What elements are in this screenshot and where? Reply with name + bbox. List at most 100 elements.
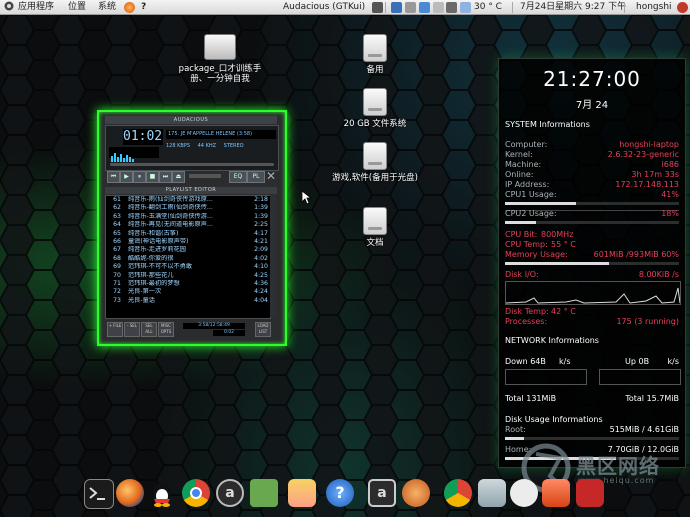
lock-screen-icon[interactable] — [576, 479, 604, 507]
drive-icon — [363, 142, 387, 170]
volume-icon[interactable] — [446, 2, 457, 13]
desktop-icon-20gb-filesystem[interactable]: 20 GB 文件系统 — [336, 88, 414, 129]
track-number: 65 — [113, 229, 121, 237]
package-icon — [204, 34, 236, 60]
disk-io-graph — [505, 281, 681, 305]
window-switch-icon[interactable] — [372, 2, 383, 13]
misc-opts-button[interactable]: MISC OPTS — [158, 322, 174, 337]
track-number: 68 — [113, 254, 121, 262]
playlist-row[interactable]: 67 纯音乐-走进罗莉花园 2:09 — [106, 246, 270, 254]
playlist-row[interactable]: 63 纯音乐-玉满堂(仙剑奇侠传游... 1:39 — [106, 213, 270, 221]
seek-bar[interactable] — [110, 163, 274, 166]
playlist-row[interactable]: 68 酷酷妮-你爱的很 4:02 — [106, 255, 270, 263]
remove-sel-button[interactable]: - SEL — [124, 322, 140, 337]
settings-icon[interactable] — [510, 479, 538, 507]
chrome-icon[interactable] — [444, 479, 472, 507]
track-title: 光良-第一次 — [128, 288, 162, 296]
computer-value: hongshi-laptop — [619, 140, 679, 149]
playlist-scrollbar[interactable] — [270, 195, 276, 317]
audacious-main-display: 01:02 175. JE M'APPELLE HELENE (3:58) 12… — [105, 125, 279, 171]
processes-value: 175 (3 running) — [616, 317, 679, 326]
track-number: 69 — [113, 263, 121, 271]
select-all-button[interactable]: SEL ALL — [141, 322, 157, 337]
playlist-row[interactable]: 65 纯音乐-和谐(古筝) 4:17 — [106, 230, 270, 238]
battery-icon[interactable] — [433, 2, 444, 13]
conky-date: 7月 24 — [575, 100, 609, 111]
bluetooth-icon[interactable] — [405, 2, 416, 13]
archive-manager-icon[interactable] — [250, 479, 278, 507]
audacious-icon[interactable]: a — [216, 479, 244, 507]
playlist-row[interactable]: 73 光良-童话 4:04 — [106, 297, 270, 305]
menu-system[interactable]: 系统 — [98, 1, 116, 14]
qq-icon[interactable] — [148, 479, 176, 507]
track-number: 66 — [113, 237, 121, 245]
playlist-row[interactable]: 69 范玮琪-不可不以不勇敢 4:10 — [106, 263, 270, 271]
prev-button[interactable]: ⏮ — [107, 171, 120, 183]
playlist-row[interactable]: 71 范玮琪-最初的梦想 4:36 — [106, 280, 270, 288]
visualizer[interactable] — [109, 147, 159, 162]
track-title: 纯音乐-玉满堂(仙剑奇侠传游... — [128, 212, 213, 220]
playlist-row[interactable]: 66 童谣(神话电影原声带) 4:21 — [106, 238, 270, 246]
root-label: Root: — [505, 425, 526, 434]
playlist-row[interactable]: 62 纯音乐-翻剑工雨(仙剑奇侠传... 1:39 — [106, 204, 270, 212]
load-list-button[interactable]: LOAD LIST — [255, 322, 271, 337]
playlist-row[interactable]: 70 范玮琪-那些花儿 4:25 — [106, 272, 270, 280]
track-title: 光良-童话 — [128, 296, 155, 304]
track-duration: 1:39 — [254, 204, 268, 212]
machine-value: i686 — [661, 160, 680, 169]
volume-slider[interactable] — [189, 174, 221, 178]
pause-button[interactable]: ⏸ — [133, 171, 146, 183]
desktop-icon-backup-drive[interactable]: 备用 — [350, 34, 400, 75]
disk-temp-label: Disk Temp: — [505, 307, 549, 316]
playlist[interactable]: 61 纯音乐-雨(仙剑奇侠传游戏原... 2:18 62 纯音乐-翻剑工雨(仙剑奇侠传.… — [105, 195, 271, 319]
close-icon[interactable]: ✕ — [266, 169, 276, 183]
media-icon[interactable] — [542, 479, 570, 507]
clock[interactable]: 7月24日星期六 9:27 下午 — [520, 1, 626, 14]
track-duration: 4:36 — [254, 279, 268, 287]
user-menu[interactable]: hongshi — [636, 1, 672, 14]
menu-places[interactable]: 位置 — [68, 1, 86, 14]
image-viewer-icon[interactable] — [288, 479, 316, 507]
playlist-row[interactable]: 64 纯音乐-再见(无间道电影原声... 2:25 — [106, 221, 270, 229]
mail-icon[interactable] — [419, 2, 430, 13]
playlist-editor-title[interactable]: PLAYLIST EDITOR — [105, 187, 277, 194]
chrome-icon[interactable] — [182, 479, 210, 507]
help-icon[interactable]: ? — [326, 479, 354, 507]
download-unit: k/s — [559, 357, 571, 366]
power-icon[interactable] — [677, 2, 688, 13]
eject-button[interactable]: ⏏ — [172, 171, 185, 183]
shell-icon[interactable] — [402, 479, 430, 507]
upload-label: Up 0B — [625, 357, 650, 366]
stop-button[interactable]: ■ — [146, 171, 159, 183]
firefox-launcher-icon[interactable] — [124, 2, 135, 13]
track-number: 63 — [113, 212, 121, 220]
active-window-title: Audacious (GTKui) — [283, 2, 366, 12]
network-icon[interactable] — [391, 2, 402, 13]
desktop-icon-documents[interactable]: 文档 — [350, 207, 400, 248]
next-button[interactable]: ⏭ — [159, 171, 172, 183]
temperature-readout[interactable]: 30 ° C — [474, 1, 502, 14]
file-manager-icon[interactable] — [478, 479, 506, 507]
track-title: 范玮琪-不可不以不勇敢 — [128, 263, 193, 271]
playlist-toggle-button[interactable]: PL — [247, 171, 265, 183]
eq-toggle-button[interactable]: EQ — [229, 171, 247, 183]
weather-icon[interactable] — [460, 2, 471, 13]
disk-header: Disk Usage Informations — [505, 415, 603, 424]
firefox-icon[interactable] — [116, 479, 144, 507]
desktop-icon-games-software[interactable]: 游戏,软件(备用于光盘) — [332, 142, 418, 183]
track-title: 纯音乐-雨(仙剑奇侠传游戏原... — [128, 196, 213, 203]
desktop-icon-package[interactable]: package_口才训练手册、一分钟自我 — [172, 34, 268, 84]
audacious-titlebar[interactable]: AUDACIOUS — [105, 116, 277, 124]
ubuntu-logo-icon[interactable] — [4, 1, 14, 14]
menu-applications[interactable]: 应用程序 — [18, 1, 54, 14]
audacious-icon[interactable]: a — [368, 479, 396, 507]
play-button[interactable]: ▶ — [120, 171, 133, 183]
playlist-row[interactable]: 72 光良-第一次 4:24 — [106, 288, 270, 296]
audacious-player-window[interactable]: AUDACIOUS 01:02 175. JE M'APPELLE HELENE… — [97, 110, 287, 346]
help-launcher[interactable]: ? — [141, 1, 146, 14]
terminal-icon[interactable] — [84, 479, 114, 509]
playlist-row[interactable]: 61 纯音乐-雨(仙剑奇侠传游戏原... 2:18 — [106, 196, 270, 204]
playback-time[interactable]: 01:02 — [123, 129, 163, 145]
add-file-button[interactable]: + FILE — [107, 322, 123, 337]
track-number: 67 — [113, 246, 121, 254]
